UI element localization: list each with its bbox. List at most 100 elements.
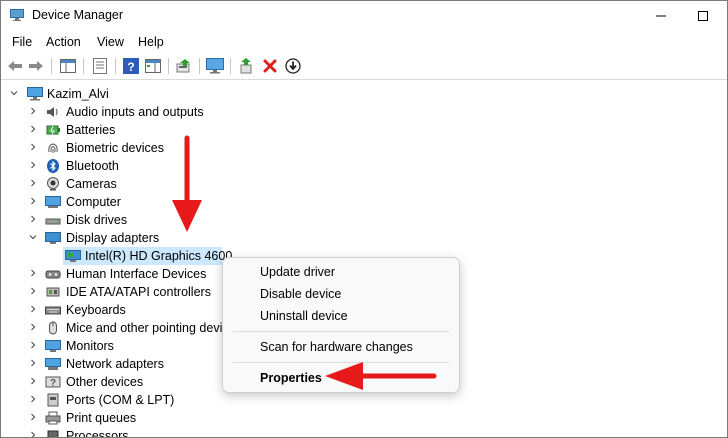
tree-item-disk-drives[interactable]: Disk drives: [1, 211, 301, 229]
chevron-down-icon[interactable]: [28, 232, 38, 242]
chevron-right-icon[interactable]: [28, 412, 38, 422]
tree-item-label: Bluetooth: [66, 159, 119, 173]
tree-item-display-adapters[interactable]: Display adapters: [1, 229, 301, 247]
menu-action[interactable]: Action: [46, 35, 81, 49]
update-driver-button[interactable]: [175, 57, 193, 75]
context-menu-uninstall-device[interactable]: Uninstall device: [260, 309, 348, 323]
tree-item-audio[interactable]: Audio inputs and outputs: [1, 103, 301, 121]
tree-root-label: Kazim_Alvi: [47, 87, 109, 101]
chevron-right-icon[interactable]: [28, 214, 38, 224]
tree-item-label: Processors: [66, 429, 129, 438]
toolbar-separator: [199, 58, 200, 74]
chevron-right-icon[interactable]: [28, 322, 38, 332]
window-title: Device Manager: [32, 8, 124, 22]
svg-text:?: ?: [50, 378, 56, 389]
tree-item-label: Batteries: [66, 123, 116, 137]
context-menu-scan-hardware[interactable]: Scan for hardware changes: [260, 340, 413, 354]
tree-item-label: Network adapters: [66, 357, 164, 371]
tree-item-computer[interactable]: Computer: [1, 193, 301, 211]
maximize-icon: [698, 11, 708, 21]
forward-button[interactable]: [27, 57, 45, 75]
port-icon: [47, 393, 59, 407]
maximize-button[interactable]: [681, 1, 725, 31]
processor-icon: [47, 430, 59, 437]
computer-icon: [27, 87, 43, 101]
chevron-down-icon[interactable]: [9, 88, 19, 98]
context-menu-disable-device[interactable]: Disable device: [260, 287, 341, 301]
device-manager-app-icon: [10, 9, 24, 21]
chevron-right-icon[interactable]: [28, 160, 38, 170]
chevron-right-icon[interactable]: [28, 430, 38, 438]
update-driver-icon: [176, 59, 190, 73]
disk-drive-icon: [45, 218, 61, 225]
monitor-icon: [45, 232, 61, 244]
tree-item-ports[interactable]: Ports (COM & LPT): [1, 391, 301, 409]
computer-icon: [45, 196, 61, 208]
console-tree-button[interactable]: [59, 57, 77, 75]
toolbar-separator: [230, 58, 231, 74]
chevron-right-icon[interactable]: [28, 178, 38, 188]
hid-icon: [45, 270, 61, 279]
toolbar-separator: [168, 58, 169, 74]
chevron-right-icon[interactable]: [28, 124, 38, 134]
context-menu-properties[interactable]: Properties: [260, 371, 322, 385]
minimize-icon: [656, 15, 666, 17]
uninstall-button[interactable]: [261, 57, 279, 75]
tree-item-label: Ports (COM & LPT): [66, 393, 175, 407]
camera-icon: [47, 177, 59, 191]
chevron-right-icon[interactable]: [28, 196, 38, 206]
action-pane-icon: [145, 59, 161, 73]
help-button[interactable]: ?: [122, 57, 140, 75]
tree-root[interactable]: Kazim_Alvi: [1, 85, 301, 103]
properties-icon: [93, 58, 107, 74]
properties-button[interactable]: [91, 57, 109, 75]
scan-hardware-button[interactable]: [206, 57, 224, 75]
uninstall-icon: [263, 59, 277, 73]
tree-item-label: Audio inputs and outputs: [66, 105, 204, 119]
menu-bar: File Action View Help: [1, 31, 727, 53]
menu-view[interactable]: View: [97, 35, 124, 49]
chevron-right-icon[interactable]: [28, 340, 38, 350]
tree-item-label: Print queues: [66, 411, 137, 425]
toolbar-separator: [115, 58, 116, 74]
tree-item-label: Computer: [66, 195, 121, 209]
unknown-device-icon: ?: [45, 376, 61, 389]
display-adapter-icon: [65, 250, 81, 262]
mouse-icon: [49, 321, 57, 335]
tree-item-label: Disk drives: [66, 213, 128, 227]
chevron-right-icon[interactable]: [28, 286, 38, 296]
controller-icon: [46, 287, 60, 297]
chevron-right-icon[interactable]: [28, 268, 38, 278]
chevron-right-icon[interactable]: [28, 142, 38, 152]
minimize-button[interactable]: [639, 1, 683, 31]
menu-file[interactable]: File: [12, 35, 32, 49]
tree-item-label: Other devices: [66, 375, 144, 389]
chevron-right-icon[interactable]: [28, 376, 38, 386]
bluetooth-icon: [47, 159, 59, 173]
action-pane-button[interactable]: [144, 57, 162, 75]
tree-item-label: Intel(R) HD Graphics 4600: [85, 249, 233, 263]
add-legacy-hardware-icon: [240, 58, 252, 74]
toolbar: ?: [1, 53, 727, 80]
menu-help[interactable]: Help: [138, 35, 164, 49]
chevron-right-icon[interactable]: [28, 304, 38, 314]
title-bar: Device Manager: [1, 1, 727, 31]
tree-item-bluetooth[interactable]: Bluetooth: [1, 157, 301, 175]
tree-item-label: Mice and other pointing devices: [66, 321, 242, 335]
keyboard-icon: [45, 306, 61, 315]
tree-item-batteries[interactable]: Batteries: [1, 121, 301, 139]
context-menu-separator: [233, 362, 449, 363]
tree-item-print-queues[interactable]: Print queues: [1, 409, 301, 427]
chevron-right-icon[interactable]: [28, 106, 38, 116]
add-legacy-hardware-button[interactable]: [238, 57, 256, 75]
back-button[interactable]: [6, 57, 24, 75]
context-menu-separator: [233, 331, 449, 332]
tree-item-processors[interactable]: Processors: [1, 427, 301, 438]
disable-button[interactable]: [284, 57, 302, 75]
chevron-right-icon[interactable]: [28, 358, 38, 368]
chevron-right-icon[interactable]: [28, 394, 38, 404]
tree-item-biometric[interactable]: Biometric devices: [1, 139, 301, 157]
tree-item-cameras[interactable]: Cameras: [1, 175, 301, 193]
context-menu-update-driver[interactable]: Update driver: [260, 265, 335, 279]
printer-icon: [45, 411, 61, 425]
